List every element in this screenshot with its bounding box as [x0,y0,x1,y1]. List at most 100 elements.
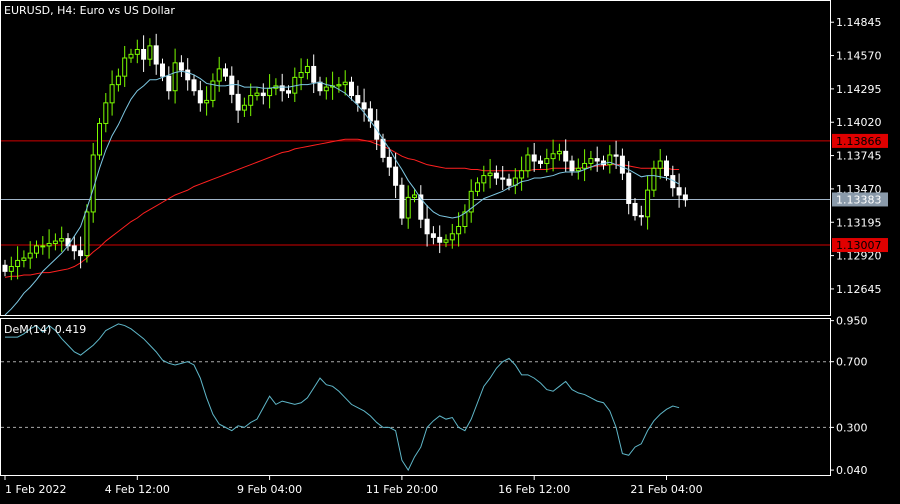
candle-body [525,154,531,172]
time-tick-label: 4 Feb 12:00 [105,483,170,496]
candle [304,58,310,80]
candle-body [40,245,46,248]
candle [153,33,159,75]
candle-body [393,166,399,186]
candle [59,226,65,252]
candle [682,187,688,207]
candle [97,117,102,160]
candle [430,226,436,245]
candle-body [115,75,121,86]
candle-body [216,68,222,82]
indicator-tick-label: 0.300 [836,421,868,434]
indicator-axis[interactable]: 0.950 0.700 0.300 0.040 [830,315,868,477]
candle-body [248,95,254,106]
price-level-tag: 1.13383 [832,192,888,207]
candle-body [550,153,556,160]
candle-body [405,196,411,219]
candle [109,70,115,116]
candle-body [52,240,58,244]
candle-body [556,150,562,155]
candle [178,55,184,77]
candle-body [185,69,191,81]
candle-body [399,184,405,219]
candle-body [141,48,147,60]
candle-body [65,238,71,247]
candle [399,177,405,225]
time-tick-label: 16 Feb 12:00 [498,483,570,496]
candle [500,166,506,191]
candle-body [651,167,657,191]
candle [468,179,474,223]
candle-body [588,158,594,164]
candle-body [260,92,266,97]
candle-body [172,62,178,92]
candle [279,73,285,102]
candle-body [664,160,669,177]
candle [191,74,197,96]
candle [248,83,254,117]
candle-body [437,236,443,243]
candle [172,48,178,104]
candle [103,93,109,133]
price-tick-label: 1.13745 [836,150,882,163]
demarker-line [5,323,680,472]
candle-body [531,154,537,162]
candle-body [575,167,581,172]
candle [607,145,613,174]
candle-body [456,225,462,235]
candle-body [323,86,329,92]
candle [569,155,575,176]
candle [46,229,52,259]
candle-body [424,218,430,235]
candle-body [487,172,493,177]
price-level-tag-label: 1.13866 [836,135,882,148]
candle [538,155,543,169]
price-tick-label: 1.13195 [836,216,882,229]
candle [418,185,424,229]
candle [550,139,556,172]
candle-body [153,45,159,65]
candle [349,76,354,101]
time-tick-label: 11 Feb 20:00 [366,483,438,496]
candle-body [336,84,342,87]
candle [355,85,361,112]
price-axis[interactable]: 1.148451.145701.142951.140201.137451.134… [830,16,888,296]
candle [367,101,373,128]
candle-body [500,177,506,180]
price-level-tag-label: 1.13007 [836,239,882,252]
candle-body [538,160,543,164]
time-tick-label: 1 Feb 2022 [5,483,66,496]
candle [115,68,121,92]
candle-body [361,102,367,110]
candle-body [286,90,291,94]
candle-body [134,48,140,55]
candle-body [304,65,310,74]
chart-canvas: 1.148451.145701.142951.140201.137451.134… [0,0,888,496]
candles-layer [2,33,688,281]
candle-body [147,45,153,60]
candle-body [657,160,663,169]
price-tick-label: 1.14570 [836,50,882,63]
candle-body [311,65,317,83]
candle [323,77,329,100]
candle-body [2,264,8,272]
candle [462,204,468,234]
chart-symbol-label: EURUSD, H4: Euro vs US Dollar [4,4,175,17]
candle-body [317,81,323,92]
candle [475,177,480,197]
candle-body [21,257,27,261]
candle [52,233,58,251]
candle-body [197,90,203,104]
candle [424,205,430,247]
candle [632,198,638,221]
candle [594,146,600,172]
candle [676,173,682,208]
candle-body [59,238,65,242]
candle-body [8,266,14,272]
candle [197,80,203,112]
candle [651,160,657,198]
time-axis[interactable]: 1 Feb 2022 4 Feb 12:00 9 Feb 04:00 11 Feb 2… [4,476,703,496]
candle [210,73,216,108]
candle [638,205,644,226]
candle [487,158,493,189]
